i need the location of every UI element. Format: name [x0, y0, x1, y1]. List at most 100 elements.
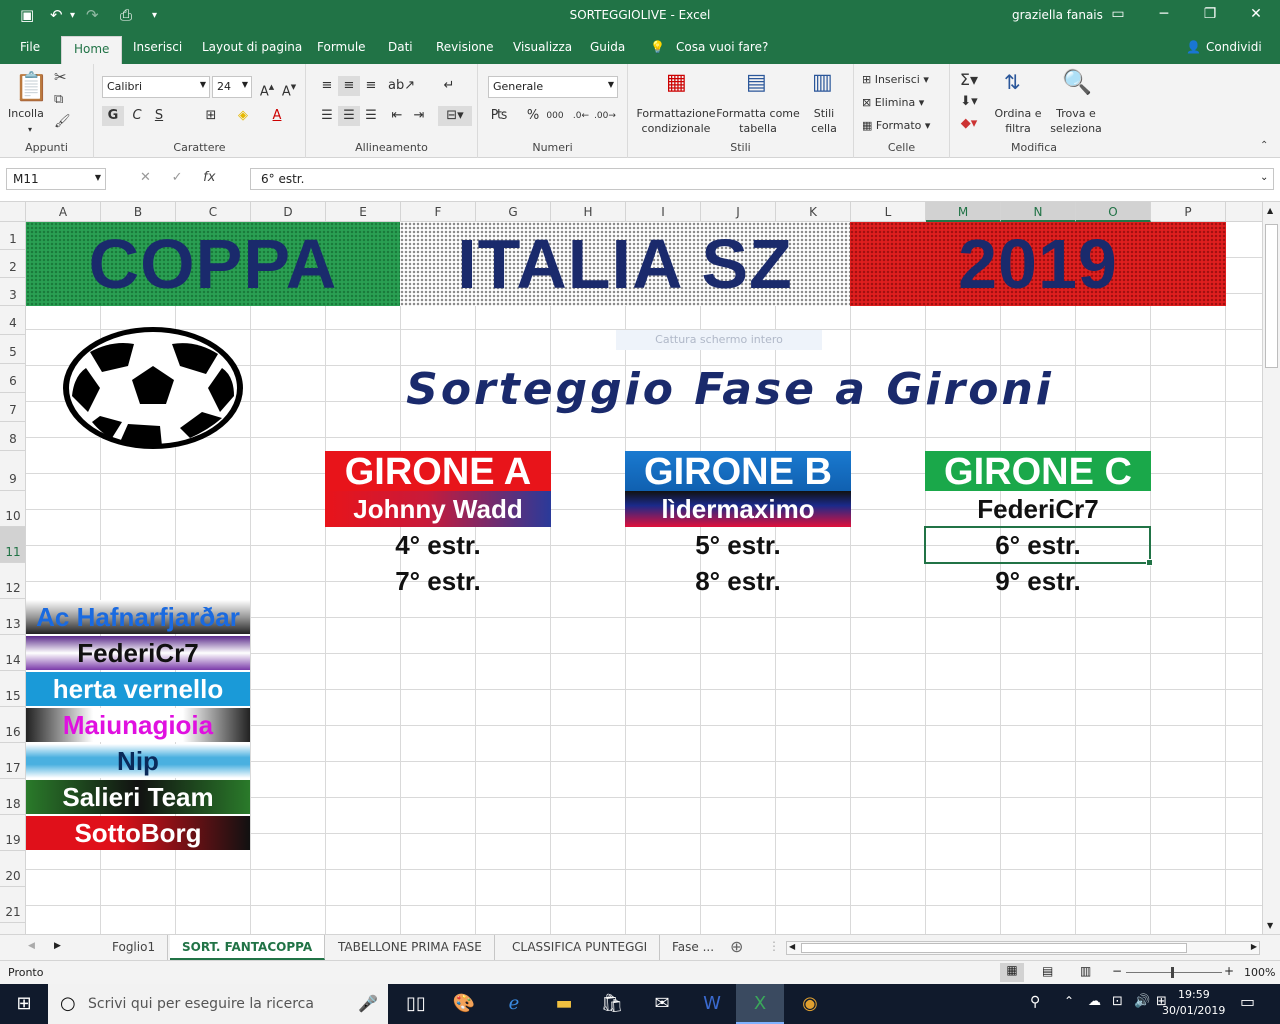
expand-formula-icon[interactable]: ⌄ — [1260, 172, 1268, 183]
align-left-icon[interactable]: ☰ — [316, 106, 338, 126]
column-header[interactable]: P — [1151, 202, 1226, 222]
decrease-indent-icon[interactable]: ⇤ — [386, 106, 408, 126]
clear-icon[interactable]: ◆▾ — [958, 114, 980, 134]
team-item[interactable]: Ac Hafnarfjarðar — [26, 600, 250, 634]
row-header[interactable]: 13 — [0, 599, 25, 635]
paste-icon[interactable]: 📋 — [14, 70, 49, 103]
undo-dropdown-icon[interactable]: ▾ — [70, 10, 75, 21]
row-header[interactable]: 12 — [0, 563, 25, 599]
tab-insert[interactable]: Inserisci — [133, 40, 182, 54]
currency-icon[interactable]: ₧ — [488, 106, 510, 126]
sheet-tab-active[interactable]: SORT. FANTACOPPA — [170, 935, 326, 960]
zoom-slider[interactable] — [1126, 972, 1222, 973]
orientation-icon[interactable]: ab↗ — [388, 76, 415, 96]
group-a-slot[interactable]: 4° estr. — [325, 527, 551, 563]
clock-time[interactable]: 19:59 — [1178, 988, 1210, 1001]
font-color-icon[interactable]: A — [266, 106, 288, 126]
scroll-right-icon[interactable]: ▶ — [1251, 942, 1257, 951]
redo-icon[interactable]: ↷ — [86, 6, 99, 24]
font-size-combo[interactable]: 24 ▼ — [212, 76, 252, 98]
select-all-corner[interactable] — [0, 202, 26, 222]
sheet-tab[interactable]: TABELLONE PRIMA FASE — [326, 935, 495, 960]
tab-help[interactable]: Guida — [590, 40, 625, 54]
restore-icon[interactable]: ❐ — [1198, 6, 1222, 22]
page-layout-view-icon[interactable]: ▤ — [1042, 964, 1053, 978]
increase-indent-icon[interactable]: ⇥ — [408, 106, 430, 126]
italic-button[interactable]: C — [126, 106, 148, 126]
copy-icon[interactable]: ⧉ — [54, 92, 63, 107]
tab-formulas[interactable]: Formule — [317, 40, 366, 54]
collapse-ribbon-icon[interactable]: ⌃ — [1260, 140, 1268, 151]
paste-button[interactable]: Incolla — [8, 106, 44, 121]
column-header[interactable]: N — [1001, 202, 1076, 222]
insert-cells-button[interactable]: ⊞ Inserisci ▾ — [862, 72, 929, 87]
windows-start-icon[interactable]: ⊞ — [0, 984, 48, 1024]
column-header[interactable]: F — [401, 202, 476, 222]
scroll-down-icon[interactable]: ▼ — [1267, 921, 1273, 930]
zoom-out-icon[interactable]: − — [1112, 964, 1122, 978]
onedrive-icon[interactable]: ☁ — [1088, 994, 1101, 1009]
chrome-app-icon[interactable]: ◉ — [786, 984, 834, 1024]
sort-filter-button[interactable]: Ordina e filtra — [990, 106, 1046, 136]
cancel-entry-icon[interactable]: ✕ — [140, 170, 151, 185]
prev-sheet-icon[interactable]: ◀ — [28, 941, 35, 951]
name-box[interactable]: M11 ▼ — [6, 168, 106, 190]
row-header[interactable]: 7 — [0, 393, 25, 422]
tab-home[interactable]: Home — [61, 36, 123, 64]
team-item[interactable]: SottoBorg — [26, 816, 250, 850]
group-b-team[interactable]: lìdermaximo — [625, 491, 851, 527]
column-header[interactable]: A — [26, 202, 101, 222]
horizontal-scroll-thumb[interactable] — [801, 943, 1187, 953]
share-button[interactable]: Condividi — [1206, 40, 1262, 54]
row-header[interactable]: 19 — [0, 815, 25, 851]
horizontal-scrollbar[interactable]: ◀ ▶ — [786, 941, 1260, 955]
team-item[interactable]: FederiCr7 — [26, 636, 250, 670]
underline-button[interactable]: S — [148, 106, 170, 126]
print-preview-icon[interactable]: ⎙ — [120, 6, 132, 24]
increase-decimal-icon[interactable]: .0← — [570, 106, 592, 126]
next-sheet-icon[interactable]: ▶ — [54, 941, 61, 951]
microphone-icon[interactable]: 🎤 — [358, 984, 378, 1024]
network-icon[interactable]: ⊡ — [1112, 994, 1123, 1009]
word-app-icon[interactable]: W — [688, 984, 736, 1024]
row-header[interactable]: 17 — [0, 743, 25, 779]
vertical-scrollbar[interactable]: ▲ ▼ — [1262, 202, 1280, 934]
bold-button[interactable]: G — [102, 106, 124, 126]
align-bottom-icon[interactable]: ≡ — [360, 76, 382, 96]
align-middle-icon[interactable]: ≡ — [338, 76, 360, 96]
user-name[interactable]: graziella fanais — [1012, 8, 1103, 22]
minimize-icon[interactable]: ─ — [1152, 6, 1176, 22]
shrink-font-icon[interactable]: A▾ — [278, 77, 300, 99]
share-icon[interactable]: 👤 — [1186, 40, 1201, 54]
row-header[interactable]: 21 — [0, 887, 25, 923]
save-icon[interactable]: ▣ — [20, 6, 34, 24]
align-right-icon[interactable]: ☰ — [360, 106, 382, 126]
close-icon[interactable]: ✕ — [1244, 6, 1268, 22]
column-header[interactable]: B — [101, 202, 176, 222]
column-header[interactable]: G — [476, 202, 551, 222]
formula-input[interactable]: 6° estr. — [250, 168, 1274, 190]
row-header[interactable]: 5 — [0, 335, 25, 364]
decrease-decimal-icon[interactable]: .00→ — [594, 106, 616, 126]
confirm-entry-icon[interactable]: ✓ — [172, 170, 183, 185]
row-header[interactable]: 18 — [0, 779, 25, 815]
column-header[interactable]: E — [326, 202, 401, 222]
column-header[interactable]: D — [251, 202, 326, 222]
normal-view-icon[interactable]: ▦ — [1000, 963, 1024, 982]
undo-icon[interactable]: ↶ — [50, 6, 63, 24]
row-header[interactable]: 3 — [0, 278, 25, 306]
tab-review[interactable]: Revisione — [436, 40, 494, 54]
people-icon[interactable]: ⚲ — [1030, 994, 1040, 1010]
row-header[interactable]: 15 — [0, 671, 25, 707]
customize-qa-icon[interactable]: ▾ — [152, 10, 157, 21]
sheet-tab[interactable]: Fase ... — [660, 935, 726, 960]
zoom-level[interactable]: 100% — [1244, 966, 1275, 979]
column-header[interactable]: L — [851, 202, 926, 222]
store-app-icon[interactable]: 🛍 — [588, 984, 636, 1024]
format-cells-button[interactable]: ▦ Formato ▾ — [862, 118, 930, 133]
row-header[interactable]: 8 — [0, 422, 25, 451]
add-sheet-icon[interactable]: ⊕ — [730, 937, 743, 956]
group-b-slot[interactable]: 8° estr. — [625, 563, 851, 599]
row-header[interactable]: 4 — [0, 306, 25, 335]
row-header[interactable]: 9 — [0, 451, 25, 491]
